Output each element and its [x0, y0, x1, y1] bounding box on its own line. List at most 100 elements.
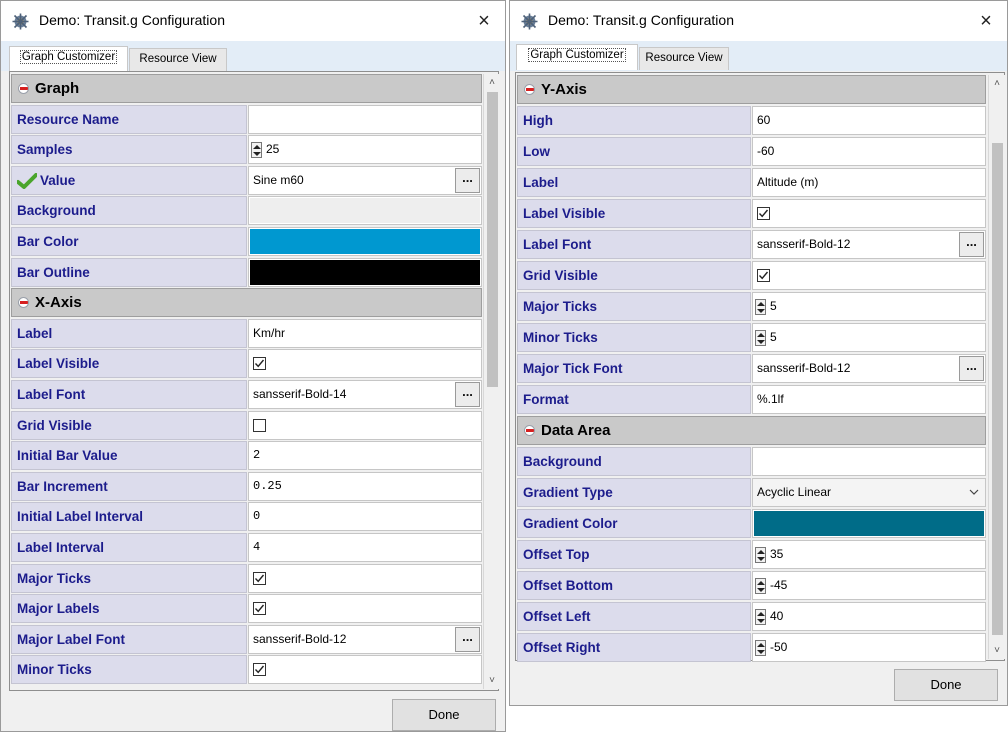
- spinner-down-icon[interactable]: [757, 340, 765, 344]
- section-title: Graph: [35, 80, 80, 97]
- checkbox[interactable]: [253, 418, 266, 432]
- prop-value-grid-visible[interactable]: [752, 261, 986, 290]
- prop-value-resource-name[interactable]: [248, 104, 482, 134]
- close-button[interactable]: ×: [965, 1, 1007, 41]
- spinner-up-icon[interactable]: [757, 612, 765, 616]
- prop-label-format: Format: [517, 385, 751, 414]
- browse-ellipsis-button[interactable]: ...: [455, 626, 480, 652]
- prop-value-bar-color[interactable]: [248, 227, 482, 256]
- spinner-down-icon[interactable]: [757, 309, 765, 313]
- spinner-arrows-icon[interactable]: [755, 609, 766, 625]
- prop-value-high[interactable]: 60: [752, 106, 986, 135]
- prop-value-offset-left[interactable]: 40: [752, 602, 986, 631]
- chevron-down-icon[interactable]: [969, 487, 979, 497]
- color-swatch[interactable]: [250, 198, 480, 224]
- prop-label-background: Background: [517, 447, 751, 476]
- spinner-up-icon[interactable]: [757, 302, 765, 306]
- collapse-minus-icon[interactable]: [18, 83, 29, 94]
- prop-value-minor-ticks[interactable]: 5: [752, 323, 986, 352]
- prop-value-major-tick-font[interactable]: sansserif-Bold-12...: [752, 354, 986, 383]
- browse-ellipsis-button[interactable]: ...: [959, 356, 984, 381]
- scrollbar-thumb[interactable]: [487, 92, 498, 387]
- spinner-down-icon[interactable]: [253, 152, 261, 157]
- prop-value-initial-bar-value[interactable]: 2: [248, 441, 482, 471]
- spinner-arrows-icon[interactable]: [755, 547, 766, 563]
- prop-value-offset-bottom[interactable]: -45: [752, 571, 986, 600]
- close-button[interactable]: ×: [463, 1, 505, 41]
- tab-resource-view[interactable]: Resource View: [129, 48, 227, 71]
- prop-value-value[interactable]: Sine m60...: [248, 165, 482, 195]
- browse-ellipsis-button[interactable]: ...: [455, 382, 480, 407]
- done-button[interactable]: Done: [392, 699, 496, 731]
- tab-graph-customizer[interactable]: Graph Customizer: [9, 46, 128, 72]
- prop-value-minor-ticks[interactable]: [248, 655, 482, 685]
- browse-ellipsis-button[interactable]: ...: [455, 167, 480, 193]
- spinner-down-icon[interactable]: [757, 650, 765, 654]
- scroll-down-arrow-icon[interactable]: ˅: [484, 672, 500, 689]
- spinner-up-icon[interactable]: [757, 550, 765, 554]
- checkbox[interactable]: [253, 357, 266, 371]
- prop-value-label-visible[interactable]: [752, 199, 986, 228]
- spinner-arrows-icon[interactable]: [755, 330, 766, 346]
- prop-value-major-ticks[interactable]: 5: [752, 292, 986, 321]
- prop-value-label-font[interactable]: sansserif-Bold-12...: [752, 230, 986, 259]
- prop-value-label-font[interactable]: sansserif-Bold-14...: [248, 380, 482, 409]
- checkbox[interactable]: [253, 663, 266, 677]
- section-header-graph[interactable]: Graph: [11, 74, 482, 103]
- section-header-data-area[interactable]: Data Area: [517, 416, 986, 445]
- spinner-up-icon[interactable]: [757, 581, 765, 585]
- prop-value-label[interactable]: Altitude (m): [752, 168, 986, 197]
- spinner-down-icon[interactable]: [757, 588, 765, 592]
- prop-value-initial-label-interval[interactable]: 0: [248, 502, 482, 532]
- scrollbar-thumb[interactable]: [992, 143, 1003, 635]
- prop-value-major-label-font[interactable]: sansserif-Bold-12...: [248, 624, 482, 654]
- prop-value-major-ticks[interactable]: [248, 563, 482, 593]
- spinner-up-icon[interactable]: [757, 643, 765, 647]
- color-swatch[interactable]: [754, 511, 984, 536]
- prop-value-offset-top[interactable]: 35: [752, 540, 986, 569]
- color-swatch[interactable]: [250, 229, 480, 254]
- tab-graph-customizer[interactable]: Graph Customizer: [516, 44, 638, 70]
- vertical-scrollbar[interactable]: ˄ ˅: [483, 74, 500, 689]
- scroll-up-arrow-icon[interactable]: ˄: [484, 74, 500, 91]
- prop-value-major-labels[interactable]: [248, 594, 482, 624]
- spinner-up-icon[interactable]: [253, 145, 261, 150]
- prop-value-bar-outline[interactable]: [248, 257, 482, 287]
- spinner-arrows-icon[interactable]: [755, 299, 766, 315]
- checkbox[interactable]: [757, 269, 770, 282]
- section-header-y-axis[interactable]: Y-Axis: [517, 75, 986, 104]
- collapse-minus-icon[interactable]: [524, 425, 535, 436]
- prop-value-bar-increment[interactable]: 0.25: [248, 471, 482, 501]
- spinner-arrows-icon[interactable]: [251, 142, 262, 159]
- scroll-down-arrow-icon[interactable]: ˅: [989, 642, 1005, 659]
- vertical-scrollbar[interactable]: ˄ ˅: [988, 75, 1005, 659]
- spinner-up-icon[interactable]: [757, 333, 765, 337]
- spinner-arrows-icon[interactable]: [755, 640, 766, 656]
- prop-value-background[interactable]: [752, 447, 986, 476]
- prop-value-label-visible[interactable]: [248, 349, 482, 379]
- prop-value-format[interactable]: %.1lf: [752, 385, 986, 414]
- prop-value-gradient-color[interactable]: [752, 509, 986, 538]
- browse-ellipsis-button[interactable]: ...: [959, 232, 984, 257]
- spinner-down-icon[interactable]: [757, 619, 765, 623]
- prop-value-offset-right[interactable]: -50: [752, 633, 986, 662]
- prop-value-label[interactable]: Km/hr: [248, 318, 482, 348]
- section-header-x-axis[interactable]: X-Axis: [11, 288, 482, 318]
- collapse-minus-icon[interactable]: [524, 84, 535, 95]
- scroll-up-arrow-icon[interactable]: ˄: [989, 75, 1005, 92]
- prop-value-grid-visible[interactable]: [248, 410, 482, 440]
- checkbox[interactable]: [757, 207, 770, 220]
- done-button[interactable]: Done: [894, 669, 998, 701]
- spinner-down-icon[interactable]: [757, 557, 765, 561]
- prop-value-low[interactable]: -60: [752, 137, 986, 166]
- prop-value-samples[interactable]: 25: [248, 135, 482, 165]
- checkbox[interactable]: [253, 602, 266, 616]
- checkbox[interactable]: [253, 571, 266, 585]
- prop-value-gradient-type[interactable]: Acyclic Linear: [752, 478, 986, 507]
- prop-value-background[interactable]: [248, 196, 482, 226]
- spinner-arrows-icon[interactable]: [755, 578, 766, 594]
- collapse-minus-icon[interactable]: [18, 297, 29, 309]
- prop-value-label-interval[interactable]: 4: [248, 533, 482, 562]
- tab-resource-view[interactable]: Resource View: [639, 47, 729, 70]
- color-swatch[interactable]: [250, 259, 480, 285]
